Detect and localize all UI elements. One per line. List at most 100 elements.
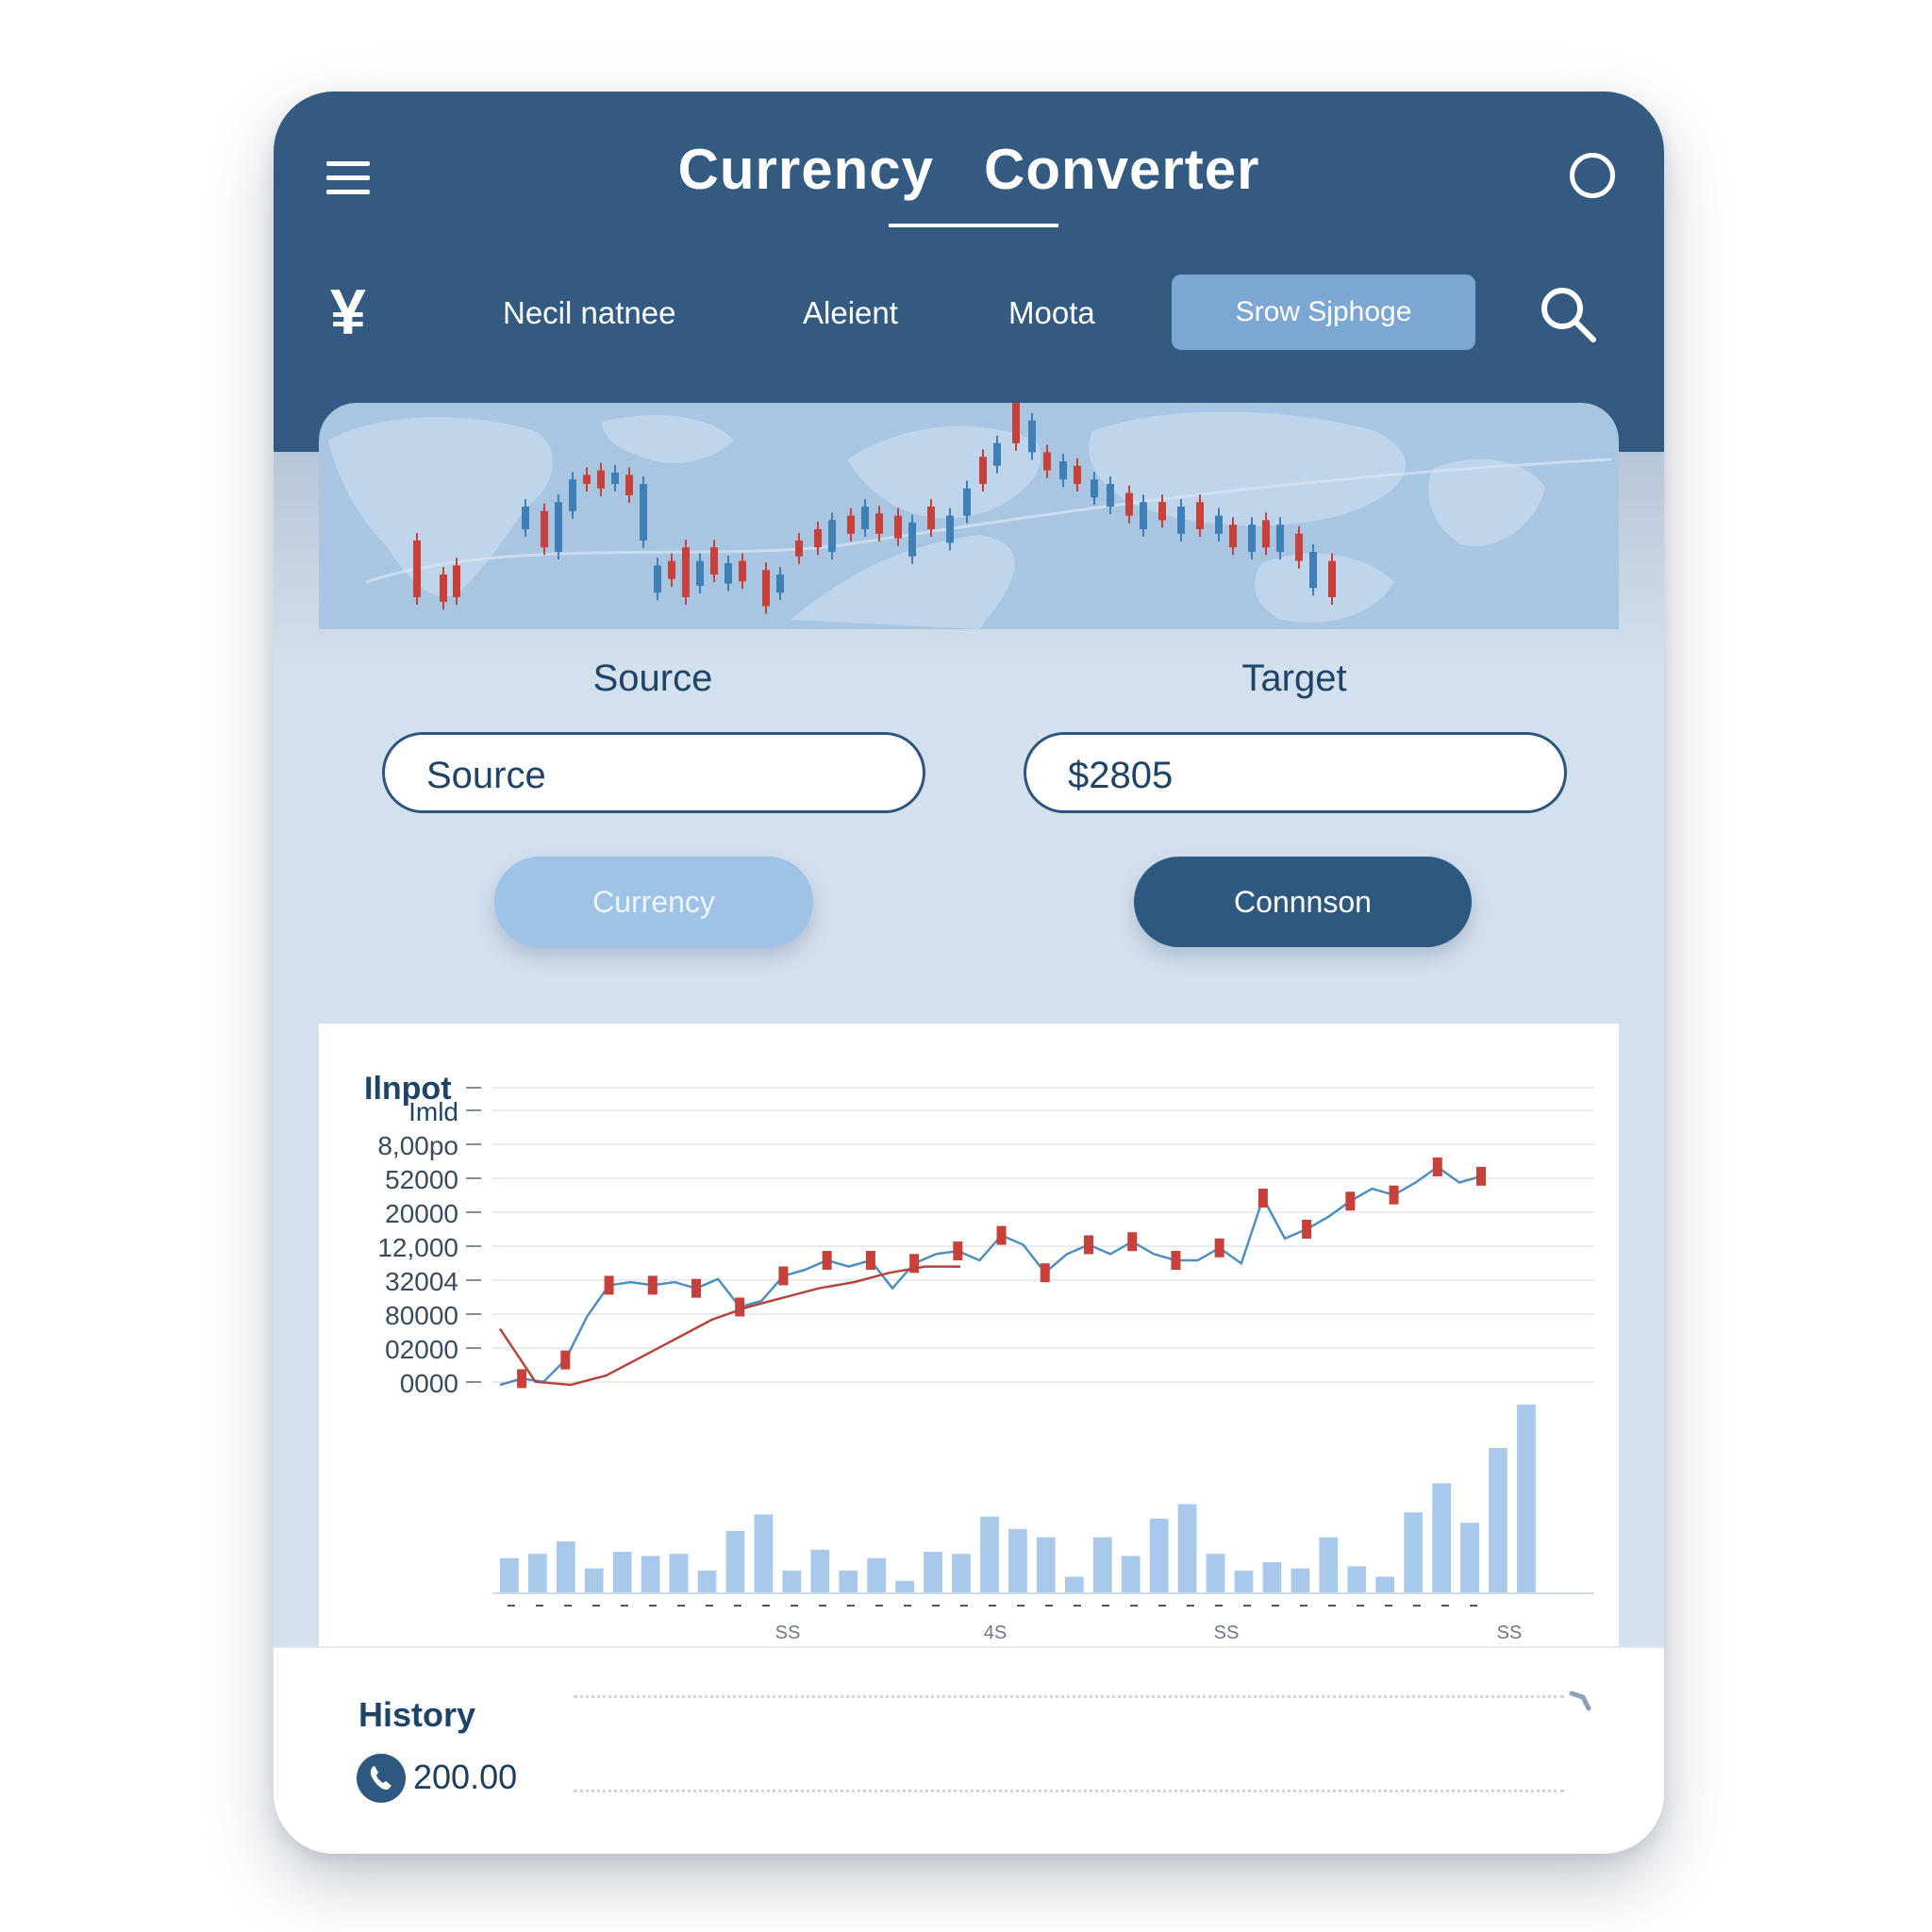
- banner-candle: [795, 541, 803, 557]
- line-candle: [691, 1278, 701, 1298]
- bar: [725, 1531, 745, 1593]
- banner-candle: [724, 563, 732, 584]
- y-axis-label: 12,000: [377, 1233, 458, 1262]
- banner-candle: [1107, 484, 1114, 507]
- banner-candle: [861, 507, 869, 529]
- bar: [527, 1554, 547, 1593]
- convert-button[interactable]: Connnson: [1134, 857, 1472, 947]
- y-axis-label: 8,00po: [377, 1131, 458, 1160]
- search-icon[interactable]: [1538, 284, 1598, 344]
- bar: [1347, 1566, 1367, 1593]
- bar: [1517, 1404, 1536, 1593]
- line-candle: [1302, 1220, 1312, 1239]
- line-candle: [1214, 1238, 1224, 1257]
- y-axis-label: 02000: [385, 1335, 458, 1364]
- banner-candle: [762, 570, 770, 607]
- banner-candle: [1158, 502, 1166, 521]
- bar: [839, 1570, 858, 1593]
- target-input[interactable]: $2805: [1024, 732, 1567, 813]
- banner-candle: [993, 442, 1001, 466]
- bar: [1234, 1570, 1254, 1593]
- line-candle: [1040, 1263, 1050, 1283]
- bar: [952, 1554, 971, 1593]
- bar: [980, 1516, 999, 1593]
- banner-candle: [1125, 492, 1133, 516]
- nav-item-moota[interactable]: Moota: [1008, 294, 1095, 332]
- banner-candle: [946, 515, 954, 543]
- bar: [697, 1570, 717, 1593]
- line-candle: [647, 1275, 658, 1295]
- line-candle: [953, 1241, 963, 1261]
- nav-item-necil-natnee[interactable]: Necil natnee: [503, 294, 675, 332]
- line-candle: [996, 1225, 1007, 1245]
- banner-candlestick-map: [328, 403, 1612, 629]
- divider: [574, 1790, 1564, 1792]
- bar: [1262, 1562, 1282, 1593]
- phone-icon[interactable]: [357, 1754, 406, 1803]
- banner-candle: [776, 575, 784, 593]
- rate-line: [499, 1165, 1482, 1387]
- banner-candle: [1059, 461, 1067, 480]
- banner-candle: [927, 507, 935, 529]
- chevron-icon[interactable]: [1568, 1688, 1596, 1716]
- bar: [754, 1514, 774, 1593]
- bar: [895, 1580, 915, 1593]
- line-candle: [1432, 1158, 1442, 1176]
- banner-candle: [739, 560, 746, 582]
- banner-candle: [569, 479, 576, 511]
- bar: [641, 1556, 660, 1593]
- banner-candle: [625, 475, 633, 495]
- bar: [500, 1557, 519, 1593]
- x-tick-label: 4S: [984, 1623, 1007, 1643]
- currency-button[interactable]: Currency: [494, 857, 813, 947]
- line-candle: [1084, 1235, 1093, 1255]
- bar: [1149, 1518, 1169, 1593]
- banner-landmass: [1428, 458, 1545, 546]
- banner-candle: [654, 565, 661, 593]
- line-candle: [865, 1251, 875, 1270]
- source-label: Source: [592, 658, 713, 699]
- banner-candle: [894, 515, 902, 539]
- banner-candle: [453, 565, 460, 597]
- banner-candle: [413, 541, 421, 597]
- target-label: Target: [1241, 658, 1347, 699]
- banner-candle: [1043, 452, 1051, 471]
- banner-landmass: [1254, 553, 1394, 624]
- bar: [1291, 1568, 1310, 1593]
- nav-item-active[interactable]: Srow Sjphoge: [1172, 275, 1475, 350]
- nav-item-aleient[interactable]: Aleient: [803, 294, 898, 332]
- market-banner: [319, 403, 1619, 629]
- line-candle: [1476, 1166, 1486, 1186]
- line-candle: [1389, 1185, 1399, 1205]
- circle-icon[interactable]: [1570, 153, 1615, 198]
- banner-candle: [963, 488, 971, 516]
- bar: [1036, 1537, 1056, 1593]
- banner-landmass: [328, 417, 554, 597]
- banner-candle: [847, 515, 855, 534]
- history-amount: 200.00: [413, 1757, 518, 1796]
- bar: [1489, 1448, 1507, 1593]
- x-tick-label: SS: [1497, 1623, 1523, 1643]
- bar: [669, 1554, 689, 1593]
- x-tick-label: SS: [775, 1623, 801, 1643]
- banner-candle: [1196, 502, 1204, 529]
- bar: [1319, 1537, 1339, 1593]
- banner-candle: [1328, 560, 1336, 597]
- banner-candle: [710, 547, 718, 575]
- source-input[interactable]: Source: [382, 732, 925, 813]
- y-axis-label: Imld: [408, 1097, 458, 1126]
- y-axis-label: 32004: [385, 1267, 458, 1296]
- banner-candle: [1295, 533, 1303, 561]
- banner-candle: [640, 484, 647, 541]
- bar: [924, 1552, 942, 1593]
- bar: [867, 1557, 887, 1593]
- bar: [584, 1568, 604, 1593]
- banner-candle: [1140, 502, 1147, 529]
- bar: [1008, 1528, 1027, 1593]
- banner-candle: [1248, 525, 1256, 552]
- banner-candle: [1276, 525, 1284, 552]
- yen-icon[interactable]: ¥: [330, 280, 366, 344]
- banner-candle: [1028, 420, 1036, 453]
- bar: [810, 1549, 830, 1593]
- banner-candle: [597, 470, 605, 489]
